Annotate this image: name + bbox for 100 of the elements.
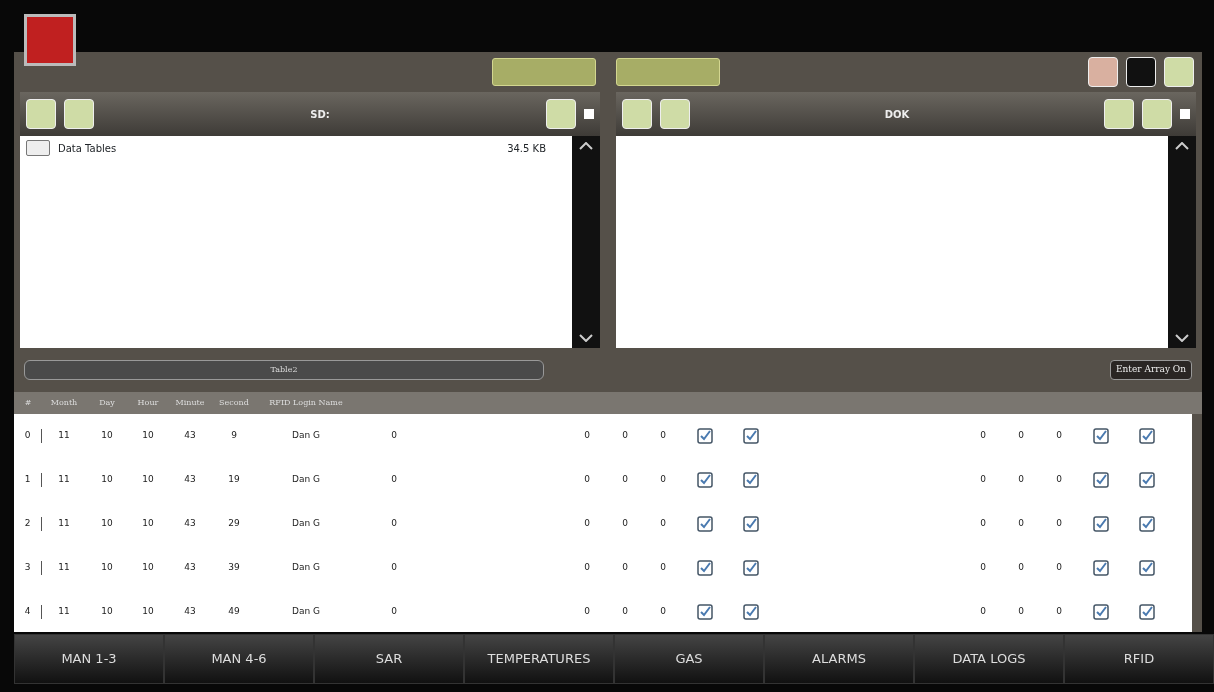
- scroll-down-icon[interactable]: [579, 334, 593, 342]
- table-cell-text: 0: [979, 605, 987, 619]
- file-size: 34.5 KB: [507, 141, 546, 156]
- checkbox[interactable]: [1093, 516, 1109, 532]
- table-cell-text: 0: [390, 517, 398, 531]
- table-cell-text: 0: [659, 605, 667, 619]
- checkbox[interactable]: [697, 472, 713, 488]
- column-header: Second: [218, 397, 250, 409]
- table-cell-text: 0: [1017, 429, 1025, 443]
- tab[interactable]: DATA LOGS: [914, 634, 1064, 684]
- checkbox[interactable]: [743, 428, 759, 444]
- tab[interactable]: ALARMS: [764, 634, 914, 684]
- table-cell-text: 10: [141, 605, 155, 619]
- table-cell-text: 0: [583, 517, 591, 531]
- checkbox[interactable]: [697, 560, 713, 576]
- table-cell-text: 10: [141, 473, 155, 487]
- table-cell-text: 0: [390, 429, 398, 443]
- table-cell-text: 0: [1055, 517, 1063, 531]
- scrollbar[interactable]: [1168, 136, 1196, 348]
- table-cell-text: 0: [659, 473, 667, 487]
- checkbox[interactable]: [743, 516, 759, 532]
- table-cell-text: 10: [100, 429, 114, 443]
- table-cell: 2: [14, 517, 42, 531]
- column-header: Minute: [174, 397, 206, 409]
- table-cell-text: 0: [1017, 561, 1025, 575]
- table-cell-text: 0: [621, 517, 629, 531]
- column-header: Month: [49, 397, 79, 409]
- checkbox[interactable]: [697, 604, 713, 620]
- scroll-down-icon[interactable]: [1175, 334, 1189, 342]
- column-header: RFID Login Name: [268, 397, 344, 409]
- select-checkbox[interactable]: [1180, 109, 1190, 119]
- checkbox[interactable]: [1093, 560, 1109, 576]
- folder-icon: [26, 140, 50, 156]
- table-cell-text: 0: [621, 605, 629, 619]
- table-cell-text: 11: [57, 517, 71, 531]
- table-cell-text: Dan G: [291, 561, 321, 575]
- table-cell-text: 0: [1017, 473, 1025, 487]
- refresh-button[interactable]: [1126, 57, 1156, 87]
- checkbox[interactable]: [1139, 604, 1155, 620]
- checkbox[interactable]: [697, 428, 713, 444]
- table-cell-text: 0: [659, 561, 667, 575]
- table-cell-text: 49: [227, 605, 241, 619]
- checkbox[interactable]: [697, 516, 713, 532]
- tab[interactable]: GAS: [614, 634, 764, 684]
- tab[interactable]: RFID: [1064, 634, 1214, 684]
- checkbox[interactable]: [1093, 604, 1109, 620]
- table-cell-text: Dan G: [291, 473, 321, 487]
- table-cell-text: 0: [583, 473, 591, 487]
- table-cell-text: 0: [621, 561, 629, 575]
- scroll-up-icon[interactable]: [1175, 142, 1189, 150]
- checkbox[interactable]: [743, 560, 759, 576]
- table-cell-text: 43: [183, 561, 197, 575]
- scrollbar[interactable]: [572, 136, 600, 348]
- table-cell-text: 0: [390, 473, 398, 487]
- table-cell-text: 0: [1055, 561, 1063, 575]
- table-cell-text: 10: [141, 429, 155, 443]
- file-name[interactable]: Data Tables: [58, 140, 500, 156]
- enter-array-button[interactable]: Enter Array On: [1109, 360, 1192, 380]
- select-checkbox[interactable]: [584, 109, 594, 119]
- table-cell-text: 10: [141, 517, 155, 531]
- table-cell-text: 10: [100, 561, 114, 575]
- column-header: Day: [98, 397, 116, 409]
- table-cell-text: 9: [230, 429, 238, 443]
- table-cell-text: 29: [227, 517, 241, 531]
- table-cell-text: 0: [979, 561, 987, 575]
- table-cell-text: 43: [183, 517, 197, 531]
- table-cell-text: 0: [390, 561, 398, 575]
- column-header: #: [23, 397, 33, 409]
- tab[interactable]: MAN 1-3: [14, 634, 164, 684]
- table-cell-text: 0: [1055, 605, 1063, 619]
- table-cell-text: 0: [979, 517, 987, 531]
- tab[interactable]: SAR: [314, 634, 464, 684]
- table-cell-text: 10: [100, 473, 114, 487]
- scroll-up-icon[interactable]: [579, 142, 593, 150]
- table-cell-text: 0: [1017, 517, 1025, 531]
- checkbox[interactable]: [743, 472, 759, 488]
- table-cell-text: 0: [583, 429, 591, 443]
- stop-indicator[interactable]: [24, 14, 76, 66]
- table-cell-text: 19: [227, 473, 241, 487]
- checkbox[interactable]: [743, 604, 759, 620]
- table-cell-text: 10: [100, 517, 114, 531]
- table-cell-text: 43: [183, 429, 197, 443]
- table-selector[interactable]: Table2: [24, 360, 544, 380]
- tab[interactable]: MAN 4-6: [164, 634, 314, 684]
- table-cell-text: 0: [1055, 429, 1063, 443]
- tab[interactable]: TEMPERATURES: [464, 634, 614, 684]
- table-cell: 0: [14, 429, 42, 443]
- table-cell-text: 0: [583, 561, 591, 575]
- table-cell-text: 43: [183, 473, 197, 487]
- checkbox[interactable]: [1139, 472, 1155, 488]
- checkbox[interactable]: [1139, 516, 1155, 532]
- table-cell: 4: [14, 605, 42, 619]
- table-cell-text: 0: [1055, 473, 1063, 487]
- pane-title: SD:: [309, 107, 331, 122]
- checkbox[interactable]: [1093, 428, 1109, 444]
- table-cell-text: 11: [57, 473, 71, 487]
- checkbox[interactable]: [1139, 560, 1155, 576]
- table-cell-text: 0: [621, 429, 629, 443]
- checkbox[interactable]: [1093, 472, 1109, 488]
- checkbox[interactable]: [1139, 428, 1155, 444]
